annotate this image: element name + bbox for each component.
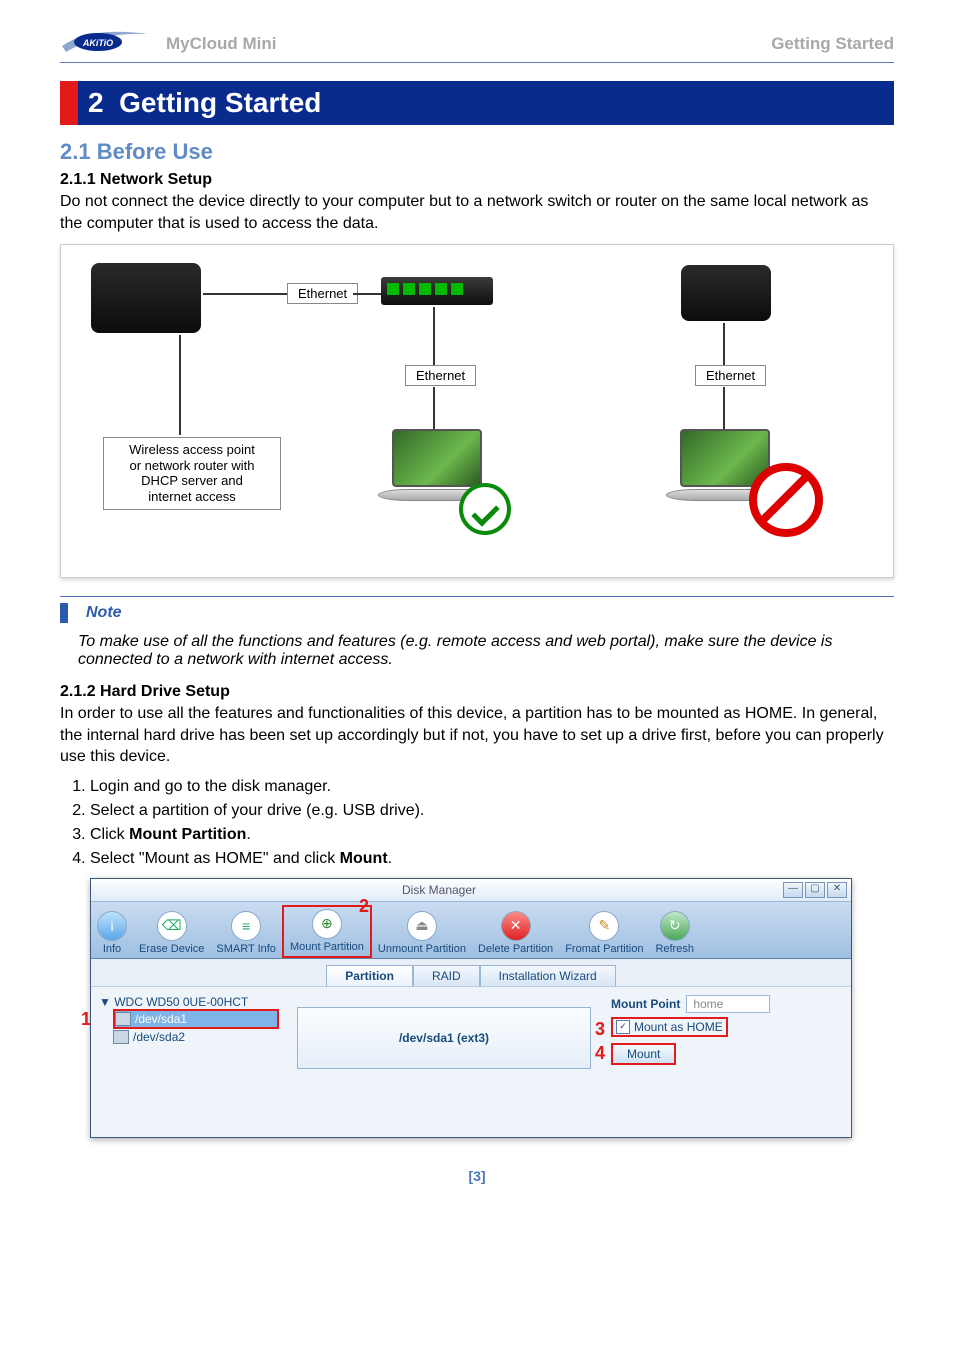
top-header: AKiTiO MyCloud Mini Getting Started [60, 30, 894, 63]
checkbox-icon: ✓ [616, 1020, 630, 1034]
highlight-number-3: 3 [595, 1019, 605, 1040]
highlight-number-4: 4 [595, 1043, 605, 1064]
connection-line [723, 323, 725, 365]
step-item: Select "Mount as HOME" and click Mount. [90, 850, 894, 868]
disk-manager-window: Disk Manager — ▢ ✕ 2 iInfo ⌫Erase Device… [90, 878, 852, 1138]
tab-raid[interactable]: RAID [413, 965, 480, 986]
steps-list: Login and go to the disk manager. Select… [90, 778, 894, 868]
toolbar-mount-partition-button[interactable]: ⊕Mount Partition [282, 905, 372, 958]
connection-line [433, 307, 435, 365]
step-item: Select a partition of your drive (e.g. U… [90, 802, 894, 820]
window-close-button[interactable]: ✕ [827, 882, 847, 898]
partition-panel: /dev/sda1 (ext3) [287, 987, 601, 1137]
mount-point-input[interactable]: home [686, 995, 770, 1013]
network-switch-icon [381, 277, 493, 305]
connection-line [203, 293, 287, 295]
forbidden-icon [749, 463, 823, 537]
toolbar-delete-partition-button[interactable]: ✕Delete Partition [472, 909, 559, 958]
toolbar-info-button[interactable]: iInfo [91, 909, 133, 958]
drive-icon [113, 1030, 129, 1044]
akitio-logo: AKiTiO [60, 30, 150, 58]
window-titlebar: Disk Manager — ▢ ✕ [91, 879, 851, 902]
toolbar-refresh-button[interactable]: ↻Refresh [649, 909, 700, 958]
toolbar-smart-button[interactable]: ≡SMART Info [210, 909, 282, 958]
connection-line [433, 387, 435, 431]
section-2-1-2-text: In order to use all the features and fun… [60, 703, 894, 768]
window-maximize-button[interactable]: ▢ [805, 882, 825, 898]
toolbar: 2 iInfo ⌫Erase Device ≡SMART Info ⊕Mount… [91, 902, 851, 959]
chapter-title-bar: 2 Getting Started [60, 81, 894, 125]
tree-item-sda2[interactable]: /dev/sda2 [113, 1029, 279, 1045]
nas-device-direct-icon [681, 265, 771, 321]
tree-root-device[interactable]: ▼ WDC WD50 0UE-00HCT [99, 995, 279, 1009]
svg-text:AKiTiO: AKiTiO [82, 38, 113, 48]
window-title: Disk Manager [95, 883, 783, 897]
chapter-title: Getting Started [119, 87, 321, 118]
connection-line [723, 387, 725, 429]
section-2-1-1-text: Do not connect the device directly to yo… [60, 191, 894, 234]
tab-installation-wizard[interactable]: Installation Wizard [480, 965, 616, 986]
mount-panel: Mount Point home 3 ✓ Mount as HOME 4 Mou… [601, 987, 851, 1137]
mount-as-home-checkbox[interactable]: ✓ Mount as HOME [611, 1017, 728, 1037]
nas-device-icon [91, 263, 201, 333]
partition-box[interactable]: /dev/sda1 (ext3) [297, 1007, 591, 1069]
step-item: Click Mount Partition. [90, 826, 894, 844]
drive-icon [115, 1012, 131, 1026]
mount-point-label: Mount Point [611, 997, 680, 1011]
header-section: Getting Started [771, 34, 894, 54]
tree-item-sda1[interactable]: /dev/sda1 [113, 1009, 279, 1029]
highlight-number-1: 1 [81, 1009, 91, 1030]
toolbar-format-partition-button[interactable]: ✎Fromat Partition [559, 909, 649, 958]
connection-line [353, 293, 381, 295]
header-product: MyCloud Mini [166, 34, 276, 54]
toolbar-erase-button[interactable]: ⌫Erase Device [133, 909, 210, 958]
window-minimize-button[interactable]: — [783, 882, 803, 898]
chapter-number: 2 [88, 87, 104, 118]
section-heading-2-1: 2.1 Before Use [60, 139, 894, 165]
note-label: Note [60, 603, 122, 623]
note-text: To make use of all the functions and fea… [78, 633, 894, 669]
ethernet-label-1: Ethernet [287, 283, 358, 304]
section-heading-2-1-2: 2.1.2 Hard Drive Setup [60, 683, 894, 701]
step-item: Login and go to the disk manager. [90, 778, 894, 796]
network-diagram: Ethernet Ethernet Wireless access point … [60, 244, 894, 578]
checkmark-icon [459, 483, 511, 535]
mount-button[interactable]: Mount [611, 1043, 676, 1065]
ethernet-label-2: Ethernet [405, 365, 476, 386]
toolbar-unmount-partition-button[interactable]: ⏏Unmount Partition [372, 909, 472, 958]
section-heading-2-1-1: 2.1.1 Network Setup [60, 171, 894, 189]
page-number: [3] [60, 1168, 894, 1184]
connection-line [179, 335, 181, 435]
device-tree: ▼ WDC WD50 0UE-00HCT 1 /dev/sda1 /dev/sd… [91, 987, 287, 1137]
tab-partition[interactable]: Partition [326, 965, 413, 986]
note-block: Note To make use of all the functions an… [60, 596, 894, 669]
tab-bar: Partition RAID Installation Wizard [91, 959, 851, 986]
ethernet-label-3: Ethernet [695, 365, 766, 386]
router-label: Wireless access point or network router … [103, 437, 281, 509]
